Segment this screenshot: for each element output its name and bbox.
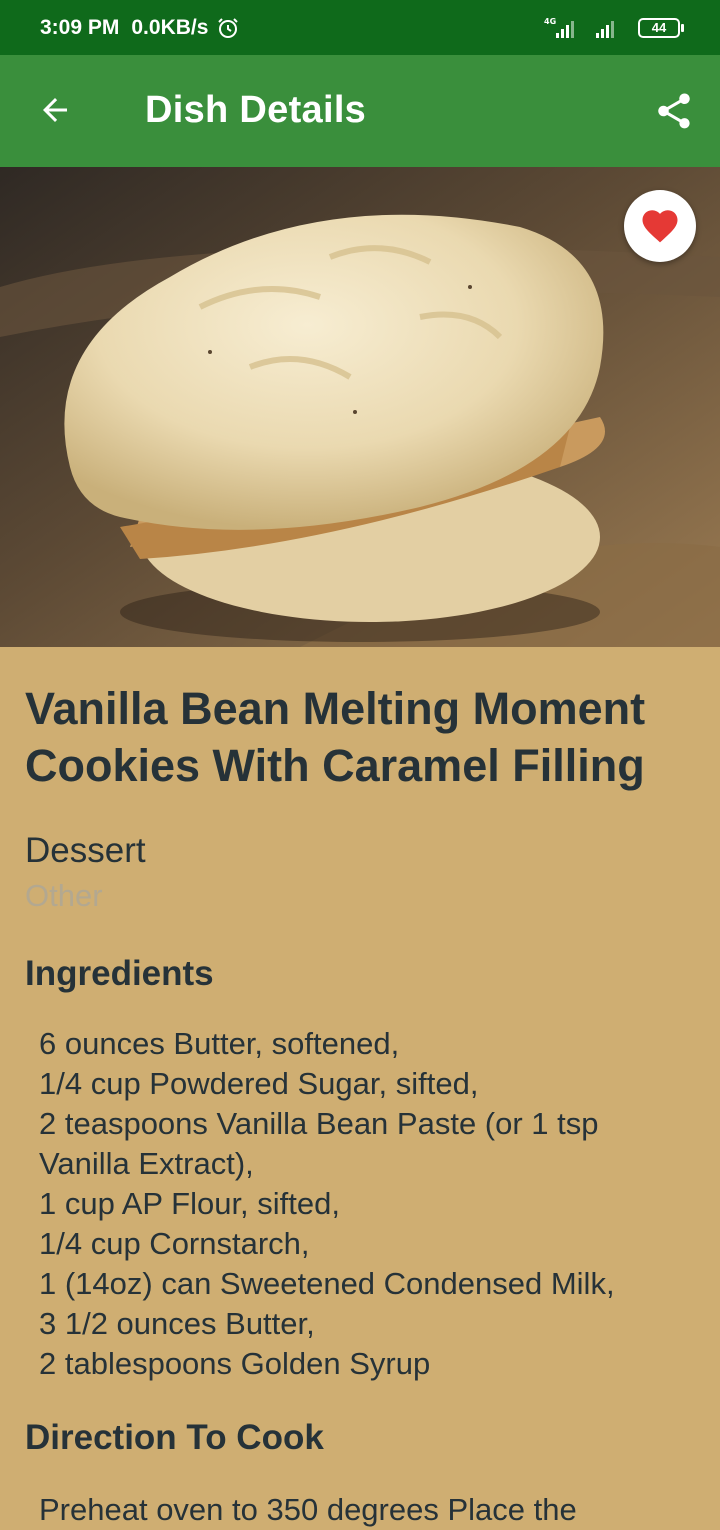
back-button[interactable] bbox=[30, 85, 80, 135]
status-network-speed: 0.0KB/s bbox=[131, 15, 209, 39]
ingredient-item: 1/4 cup Powdered Sugar, sifted, bbox=[39, 1066, 479, 1101]
ingredient-item: 1 (14oz) can Sweetened Condensed Milk, bbox=[39, 1266, 615, 1301]
svg-text:4G: 4G bbox=[544, 17, 556, 26]
directions-text: Preheat oven to 350 degrees Place the bbox=[39, 1492, 577, 1527]
signal-4g-icon: 4G bbox=[544, 17, 574, 38]
page-title: Dish Details bbox=[145, 89, 367, 131]
battery-level: 44 bbox=[638, 17, 680, 38]
arrow-back-icon bbox=[43, 98, 67, 122]
ingredients-list: 6 ounces Butter, softened, 1/4 cup Powde… bbox=[25, 1024, 695, 1384]
ingredient-item: 6 ounces Butter, softened, bbox=[39, 1026, 400, 1061]
directions-heading: Direction To Cook bbox=[25, 1418, 324, 1457]
status-time: 3:09 PM bbox=[40, 15, 120, 39]
dish-title: Vanilla Bean Melting Moment Cookies With… bbox=[25, 683, 646, 791]
app-bar: Dish Details bbox=[0, 55, 720, 167]
battery-icon: 44 bbox=[638, 17, 684, 38]
ingredients-heading: Ingredients bbox=[25, 954, 214, 993]
ingredient-item: 1 cup AP Flour, sifted, bbox=[39, 1186, 340, 1221]
ingredient-item: 1/4 cup Cornstarch, bbox=[39, 1226, 310, 1261]
dish-category: Dessert bbox=[25, 831, 146, 870]
ingredient-item: 2 tablespoons Golden Syrup bbox=[39, 1346, 431, 1381]
alarm-icon bbox=[218, 17, 239, 38]
signal-icon bbox=[596, 20, 614, 38]
dish-area: Other bbox=[25, 878, 103, 913]
ingredient-item: 3 1/2 ounces Butter, bbox=[39, 1306, 315, 1341]
heart-icon bbox=[642, 210, 678, 243]
ingredient-item: 2 teaspoons Vanilla Bean Paste (or 1 tsp… bbox=[39, 1106, 608, 1181]
share-button[interactable] bbox=[650, 87, 698, 135]
share-icon bbox=[658, 93, 690, 129]
dish-details: Vanilla Bean Melting Moment Cookies With… bbox=[25, 680, 695, 1530]
status-bar: 3:09 PM 0.0KB/s 4G 44 bbox=[0, 0, 720, 55]
favorite-button[interactable] bbox=[624, 190, 696, 262]
dish-image bbox=[0, 167, 720, 647]
